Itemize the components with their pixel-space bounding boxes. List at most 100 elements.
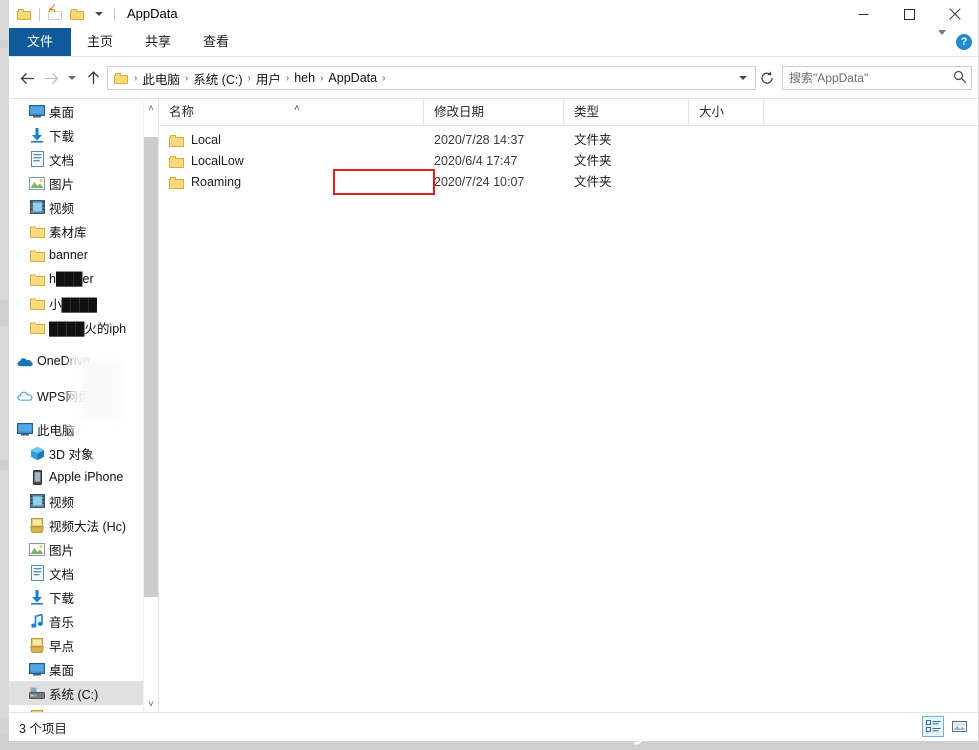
folder-icon[interactable] [13,3,35,25]
address-folder-icon [114,73,128,84]
documents-icon [29,151,45,167]
sidebar-item-item12[interactable]: 此电脑 [9,417,144,441]
folder-icon [29,223,45,239]
sidebar-item-item17[interactable]: 图片 [9,537,144,561]
local-disk-icon [29,685,45,701]
sidebar-item-label: WPS网盘 [37,386,90,405]
sidebar-item-label: 桌面 [49,102,74,121]
sidebar-item-label: 视频大法 (Hc) [49,516,126,535]
cell-date: 2020/7/28 14:37 [424,130,564,151]
sidebar-scrollbar[interactable]: ˄ ˅ [143,99,158,712]
sidebar-item-item20[interactable]: 音乐 [9,609,144,633]
cell-size [689,151,764,172]
breadcrumb-item-3[interactable]: heh [291,71,318,85]
scrollbar-thumb[interactable] [144,137,158,597]
up-button[interactable] [81,66,105,90]
folder-icon [29,247,45,263]
address-dropdown-icon[interactable] [739,76,747,80]
sidebar-item-item21[interactable]: 早点 [9,633,144,657]
table-row[interactable]: Roaming2020/7/24 10:07文件夹 [159,172,978,193]
sidebar-item-item18[interactable]: 文档 [9,561,144,585]
sidebar-item-appleiphone[interactable]: Apple iPhone [9,465,144,489]
sidebar-item-item0[interactable]: 桌面 [9,99,144,123]
sidebar-item-label: 下载 [49,588,74,607]
breadcrumb-item-2[interactable]: 用户 [253,69,284,88]
breadcrumb-item-0[interactable]: 此电脑 [139,69,183,88]
breadcrumb-item-1[interactable]: 系统 (C:) [190,69,245,88]
sidebar-item-her[interactable]: h███er [9,267,144,291]
this-pc-icon [17,421,33,437]
sidebar-item-label: 此电脑 [37,420,75,439]
music-icon [29,613,45,629]
address-bar[interactable]: › 此电脑 › 系统 (C:) › 用户 › heh › AppData › [107,66,756,90]
sidebar-item-label: 素材库 [49,222,87,241]
sidebar-item-c[interactable]: 系统 (C:) [9,681,144,705]
customize-dropdown-icon[interactable] [88,3,110,25]
videos-icon [29,493,45,509]
sidebar-item-item8[interactable]: 小████ [9,291,144,315]
sidebar-item-item5[interactable]: 素材库 [9,219,144,243]
sidebar-item-item2[interactable]: 文档 [9,147,144,171]
tab-view[interactable]: 查看 [187,28,245,56]
column-header-date[interactable]: 修改日期 [424,99,564,125]
sidebar-item-label: 视频 [49,492,74,511]
sidebar-item-item1[interactable]: 下载 [9,123,144,147]
cell-date: 2020/7/24 10:07 [424,172,564,193]
back-button[interactable] [15,66,39,90]
search-input[interactable] [787,70,953,86]
sidebar-item-3d[interactable]: 3D 对象 [9,441,144,465]
downloads-icon [29,127,45,143]
file-list-pane: 名称 ˄ 修改日期 类型 大小 Local2020/7/28 14:37文件夹L… [158,99,978,712]
tab-home[interactable]: 主页 [71,28,129,56]
sidebar-item-item3[interactable]: 图片 [9,171,144,195]
sidebar-item-label: 文档 [49,564,74,583]
tab-file[interactable]: 文件 [9,28,71,56]
sidebar-item-label: Apple iPhone [49,470,123,484]
scroll-down-arrow[interactable]: ˅ [144,695,158,712]
new-folder-icon[interactable] [66,3,88,25]
navigation-pane: 桌面下载文档图片视频素材库bannerh███er小████████火的iphO… [9,99,158,712]
sidebar-item-item4[interactable]: 视频 [9,195,144,219]
folder-icon [29,319,45,335]
sidebar-item-item22[interactable]: 桌面 [9,657,144,681]
sidebar-item-banner[interactable]: banner [9,243,144,267]
folder-icon [29,295,45,311]
recent-locations-button[interactable] [63,66,81,90]
tab-share[interactable]: 共享 [129,28,187,56]
column-header-size[interactable]: 大小 [689,99,764,125]
properties-icon[interactable]: ✓ [44,3,66,25]
table-row[interactable]: Local2020/7/28 14:37文件夹 [159,130,978,151]
sidebar-item-wps[interactable]: WPS网盘 [9,383,144,407]
maximize-button[interactable] [886,0,932,28]
column-header-type[interactable]: 类型 [564,99,689,125]
3d-objects-icon [29,445,45,461]
quick-access-toolbar: ✓ [13,0,119,28]
sidebar-item-item19[interactable]: 下载 [9,585,144,609]
sidebar-item-hc[interactable]: 视频大法 (Hc) [9,513,144,537]
breadcrumb-item-4[interactable]: AppData [325,71,380,85]
file-name: Roaming [191,172,241,193]
desktop-icon [29,103,45,119]
forward-button[interactable] [39,66,63,90]
column-header-name[interactable]: 名称 ˄ [159,99,424,125]
table-row[interactable]: LocalLow2020/6/4 17:47文件夹 [159,151,978,172]
search-box[interactable] [782,66,972,90]
scroll-up-arrow[interactable]: ˄ [144,99,158,116]
file-name: LocalLow [191,151,244,172]
sidebar-item-onedrive[interactable]: OneDrive [9,349,144,373]
window-controls [840,0,978,28]
minimize-button[interactable] [840,0,886,28]
sidebar-item-item15[interactable]: 视频 [9,489,144,513]
cell-type: 文件夹 [564,130,689,151]
sidebar-item-label: h███er [49,272,94,286]
breadcrumb-sep-3: › [284,73,291,84]
refresh-button[interactable] [756,66,778,90]
sidebar-item-item24[interactable]: 小白 键盘法形 [9,705,144,712]
help-icon[interactable]: ? [956,34,972,50]
close-button[interactable] [932,0,978,28]
sidebar-item-iph[interactable]: ████火的iph [9,315,144,339]
file-rows: Local2020/7/28 14:37文件夹LocalLow2020/6/4 … [159,126,978,193]
search-icon[interactable] [953,70,967,87]
pictures-icon [29,175,45,191]
chevron-down-icon[interactable] [938,35,946,49]
